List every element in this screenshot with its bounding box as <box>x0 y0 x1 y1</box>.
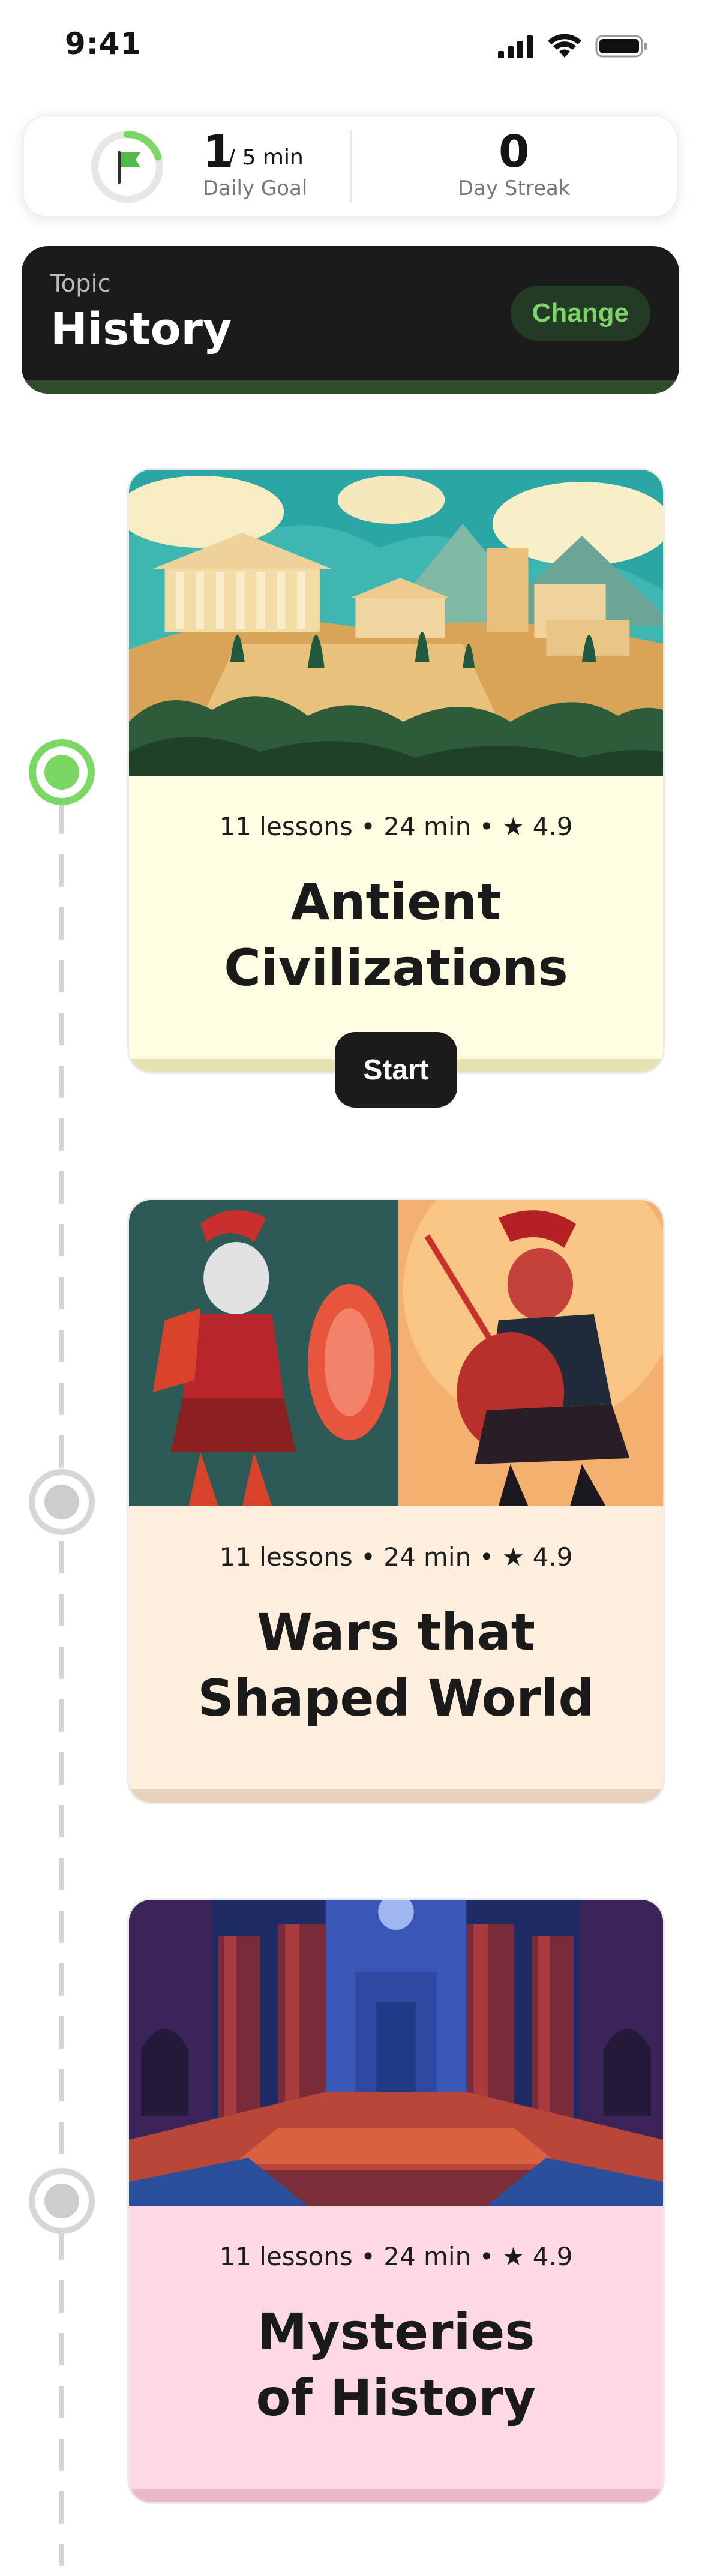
course-rating: 4.9 <box>532 1542 573 1572</box>
course-meta-text: 11 lessons • 24 min • <box>219 2242 494 2271</box>
course-title-line: Antient <box>290 872 502 931</box>
course-card-mysteries-of-history[interactable]: 11 lessons • 24 min • ★ 4.9 Mysteries of… <box>127 1898 665 2504</box>
spartan-warriors-illustration <box>129 1200 663 1506</box>
day-streak-section[interactable]: 0 Day Streak <box>352 116 677 216</box>
topic-label: Topic <box>50 270 111 298</box>
change-topic-button[interactable]: Change <box>510 286 650 341</box>
daily-goal-section[interactable]: 1 / 5 min Daily Goal <box>24 116 350 216</box>
topic-bar: Topic History Change <box>22 246 679 394</box>
course-meta: 11 lessons • 24 min • ★ 4.9 <box>129 812 663 841</box>
course-rating: 4.9 <box>532 812 573 841</box>
timeline-node-active <box>29 739 95 805</box>
battery-icon <box>595 35 647 58</box>
course-title: Mysteries of History <box>153 2299 639 2431</box>
card-bottom-accent <box>129 1789 663 1803</box>
course-title-line: Mysteries <box>257 2302 535 2361</box>
start-button[interactable]: Start <box>335 1032 457 1108</box>
topic-title: History <box>50 304 232 355</box>
status-bar: 9:41 <box>0 0 702 90</box>
status-icons <box>498 34 648 59</box>
star-icon: ★ <box>502 1542 525 1572</box>
stats-card: 1 / 5 min Daily Goal 0 Day Streak <box>23 115 678 217</box>
ancient-greek-city-illustration <box>129 470 663 776</box>
daily-goal-label: Daily Goal <box>203 176 308 200</box>
course-title: Wars that Shaped World <box>153 1599 639 1731</box>
daily-goal-progress-ring <box>91 131 163 203</box>
course-card-ancient-civilizations[interactable]: 11 lessons • 24 min • ★ 4.9 Antient Civi… <box>127 468 665 1074</box>
course-meta: 11 lessons • 24 min • ★ 4.9 <box>129 1542 663 1572</box>
topic-bar-accent <box>22 380 679 394</box>
timeline-dashed-line <box>59 802 64 2566</box>
course-title-line: of History <box>256 2368 536 2427</box>
course-card-wars-that-shaped-world[interactable]: 11 lessons • 24 min • ★ 4.9 Wars that Sh… <box>127 1198 665 1804</box>
star-icon: ★ <box>502 812 525 841</box>
course-title-line: Wars that <box>257 1603 535 1662</box>
course-meta: 11 lessons • 24 min • ★ 4.9 <box>129 2242 663 2271</box>
flag-icon <box>118 151 140 184</box>
daily-goal-unit: / 5 min <box>228 145 304 170</box>
day-streak-label: Day Streak <box>457 176 571 200</box>
day-streak-value: 0 <box>499 126 530 178</box>
course-title-line: Shaped World <box>197 1669 595 1728</box>
course-meta-text: 11 lessons • 24 min • <box>219 1542 494 1572</box>
course-meta-text: 11 lessons • 24 min • <box>219 812 494 841</box>
timeline-node-locked <box>29 1469 95 1535</box>
status-time: 9:41 <box>65 26 142 61</box>
course-title: Antient Civilizations <box>153 869 639 1001</box>
card-bottom-accent <box>129 2489 663 2502</box>
star-icon: ★ <box>502 2242 525 2271</box>
course-title-line: Civilizations <box>224 938 568 997</box>
temple-ruins-illustration <box>129 1900 663 2206</box>
timeline-node-locked <box>29 2168 95 2234</box>
cellular-signal-icon <box>498 35 533 58</box>
course-rating: 4.9 <box>532 2242 573 2271</box>
wifi-icon <box>548 34 581 58</box>
